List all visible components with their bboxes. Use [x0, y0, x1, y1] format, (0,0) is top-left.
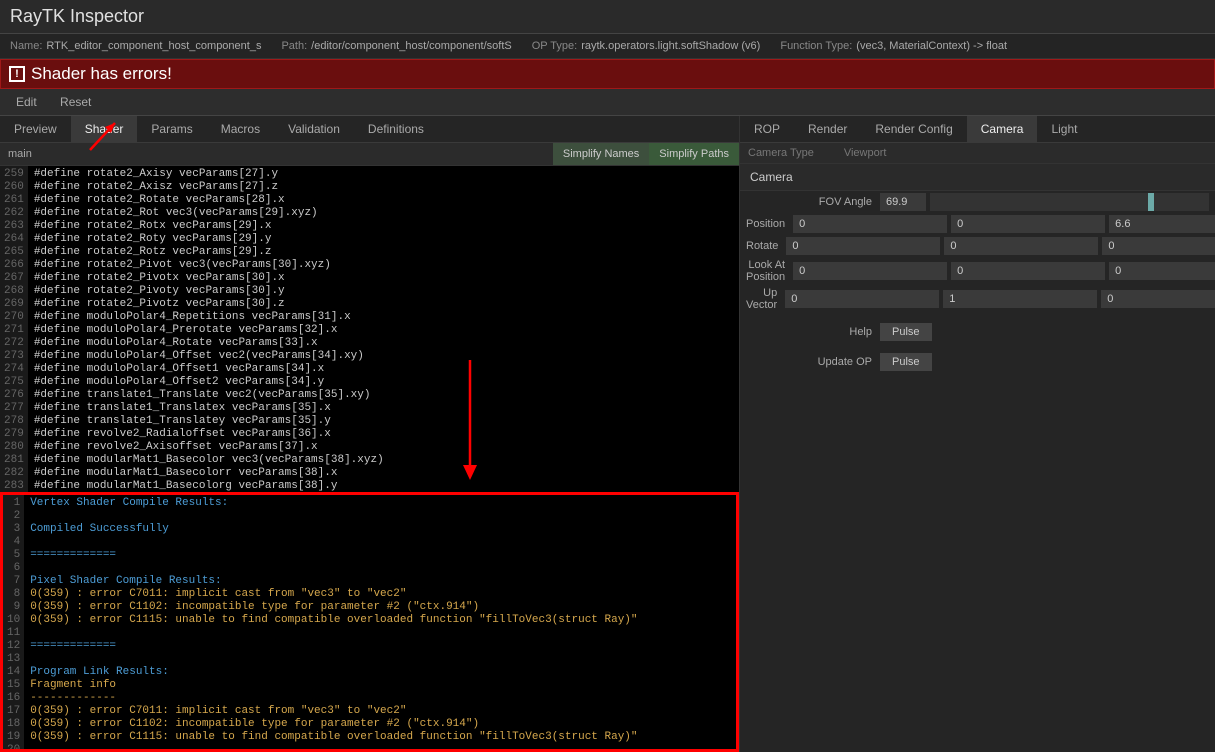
position-x[interactable] [793, 215, 947, 233]
tab-render-config[interactable]: Render Config [861, 116, 966, 142]
help-row: Help Pulse [740, 321, 1215, 343]
tab-rop[interactable]: ROP [740, 116, 794, 142]
lookat-y[interactable] [951, 262, 1105, 280]
viewport-label[interactable]: Viewport [844, 147, 887, 159]
tab-validation[interactable]: Validation [274, 116, 354, 142]
fov-row: FOV Angle [740, 191, 1215, 213]
simplify-names-button[interactable]: Simplify Names [553, 143, 649, 165]
functype-value: (vec3, MaterialContext) -> float [856, 40, 1007, 52]
update-label: Update OP [746, 356, 876, 368]
path-label: Path: [281, 40, 307, 52]
upvec-label: Up Vector [746, 287, 781, 311]
lookat-z[interactable] [1109, 262, 1215, 280]
lookat-x[interactable] [793, 262, 947, 280]
path-value: /editor/component_host/component/softS [311, 40, 512, 52]
tab-params[interactable]: Params [137, 116, 206, 142]
camera-section-header: Camera [740, 164, 1215, 191]
optype-value: raytk.operators.light.softShadow (v6) [581, 40, 760, 52]
error-content: Vertex Shader Compile Results: Compiled … [24, 495, 736, 749]
main-area: PreviewShaderParamsMacrosValidationDefin… [0, 116, 1215, 752]
reset-button[interactable]: Reset [50, 91, 101, 113]
upvec-x[interactable] [785, 290, 939, 308]
left-subbar: main Simplify Names Simplify Paths [0, 143, 739, 166]
rotate-z[interactable] [1102, 237, 1215, 255]
right-panel: ROPRenderRender ConfigCameraLight Camera… [740, 116, 1215, 752]
tab-macros[interactable]: Macros [207, 116, 274, 142]
left-tabs: PreviewShaderParamsMacrosValidationDefin… [0, 116, 739, 143]
error-panel[interactable]: 1 2 3 4 5 6 7 8 9 10 11 12 13 14 15 16 1… [0, 492, 739, 752]
code-editor[interactable]: 259 260 261 262 263 264 265 266 267 268 … [0, 166, 739, 492]
rotate-label: Rotate [746, 240, 782, 252]
right-subbar: Camera Type Viewport [740, 143, 1215, 164]
tab-preview[interactable]: Preview [0, 116, 71, 142]
edit-button[interactable]: Edit [6, 91, 47, 113]
error-banner: ! Shader has errors! [0, 59, 1215, 89]
position-row: Position [740, 213, 1215, 235]
upvec-z[interactable] [1101, 290, 1215, 308]
code-gutter: 259 260 261 262 263 264 265 266 267 268 … [0, 166, 28, 492]
name-label: Name: [10, 40, 42, 52]
toolbar: Edit Reset [0, 89, 1215, 116]
title-bar: RayTK Inspector [0, 0, 1215, 34]
info-bar: Name: RTK_editor_component_host_component… [0, 34, 1215, 59]
fov-label: FOV Angle [746, 196, 876, 208]
position-y[interactable] [951, 215, 1105, 233]
fov-slider[interactable] [930, 193, 1209, 211]
left-panel: PreviewShaderParamsMacrosValidationDefin… [0, 116, 740, 752]
help-pulse-button[interactable]: Pulse [880, 323, 932, 341]
update-pulse-button[interactable]: Pulse [880, 353, 932, 371]
code-content: #define rotate2_Axisy vecParams[27].y #d… [28, 166, 739, 492]
error-banner-text: Shader has errors! [31, 64, 172, 84]
fov-input[interactable] [880, 193, 926, 211]
upvec-row: Up Vector [740, 285, 1215, 313]
lookat-row: Look At Position [740, 257, 1215, 285]
right-tabs: ROPRenderRender ConfigCameraLight [740, 116, 1215, 143]
upvec-y[interactable] [943, 290, 1097, 308]
error-icon: ! [9, 66, 25, 82]
position-z[interactable] [1109, 215, 1215, 233]
tab-shader[interactable]: Shader [71, 116, 138, 142]
error-gutter: 1 2 3 4 5 6 7 8 9 10 11 12 13 14 15 16 1… [3, 495, 24, 749]
app-title: RayTK Inspector [10, 6, 144, 26]
rotate-row: Rotate [740, 235, 1215, 257]
update-row: Update OP Pulse [740, 351, 1215, 373]
rotate-y[interactable] [944, 237, 1098, 255]
rotate-x[interactable] [786, 237, 940, 255]
functype-label: Function Type: [780, 40, 852, 52]
position-label: Position [746, 218, 789, 230]
tab-render[interactable]: Render [794, 116, 861, 142]
simplify-paths-button[interactable]: Simplify Paths [649, 143, 739, 165]
name-value: RTK_editor_component_host_component_s [46, 40, 261, 52]
tab-light[interactable]: Light [1037, 116, 1091, 142]
help-label: Help [746, 326, 876, 338]
optype-label: OP Type: [532, 40, 577, 52]
camera-type-label[interactable]: Camera Type [748, 147, 814, 159]
main-label[interactable]: main [0, 144, 553, 164]
tab-camera[interactable]: Camera [967, 116, 1038, 142]
tab-definitions[interactable]: Definitions [354, 116, 438, 142]
lookat-label: Look At Position [746, 259, 789, 283]
